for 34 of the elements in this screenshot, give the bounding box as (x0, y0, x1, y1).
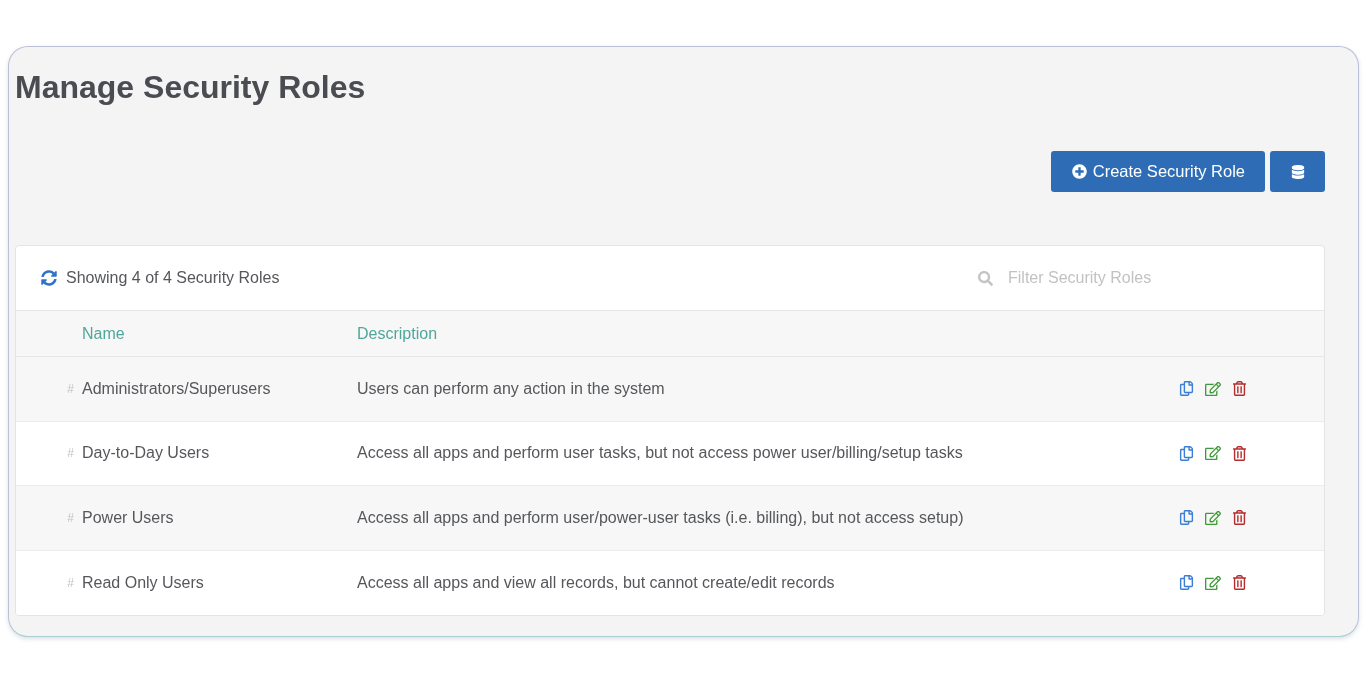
trash-icon[interactable] (1232, 381, 1247, 397)
results-summary: Showing 4 of 4 Security Roles (66, 269, 280, 287)
role-name-cell: Day-to-Day Users (82, 444, 210, 463)
trash-icon[interactable] (1232, 575, 1247, 591)
edit-icon[interactable] (1205, 509, 1221, 526)
row-marker: # (67, 446, 74, 461)
role-description-cell: Access all apps and view all records, but cannot create/edit records (357, 573, 835, 592)
copy-icon[interactable] (1179, 510, 1194, 526)
filter-field[interactable]: Filter Security Roles (1008, 263, 1308, 293)
trash-icon[interactable] (1232, 510, 1247, 526)
role-name-cell: Power Users (82, 508, 174, 527)
page-title: Manage Security Roles (15, 68, 366, 107)
column-header[interactable]: Name (82, 324, 125, 343)
database-button[interactable] (1270, 151, 1325, 192)
create-security-role-button[interactable]: Create Security Role (1050, 151, 1265, 192)
copy-icon[interactable] (1179, 445, 1194, 461)
column-header[interactable]: Description (357, 324, 438, 343)
copy-icon[interactable] (1179, 575, 1194, 591)
search-icon (978, 270, 993, 286)
edit-icon[interactable] (1205, 445, 1221, 462)
role-name-cell: Administrators/Superusers (82, 379, 271, 398)
row-marker: # (67, 381, 74, 396)
role-description-cell: Users can perform any action in the system (357, 379, 665, 398)
row-marker: # (67, 575, 74, 590)
refresh-icon[interactable] (41, 270, 57, 286)
role-description-cell: Access all apps and perform user tasks, but not access power user/billing/setup tasks (357, 444, 963, 463)
edit-icon[interactable] (1205, 380, 1221, 397)
copy-icon[interactable] (1179, 381, 1194, 397)
edit-icon[interactable] (1205, 574, 1221, 591)
database-icon (1290, 164, 1305, 179)
row-marker: # (67, 510, 74, 525)
role-description-cell: Access all apps and perform user/power-user tasks (i.e. billing), but not access setup) (357, 508, 964, 527)
role-name-cell: Read Only Users (82, 573, 204, 592)
trash-icon[interactable] (1232, 445, 1247, 461)
